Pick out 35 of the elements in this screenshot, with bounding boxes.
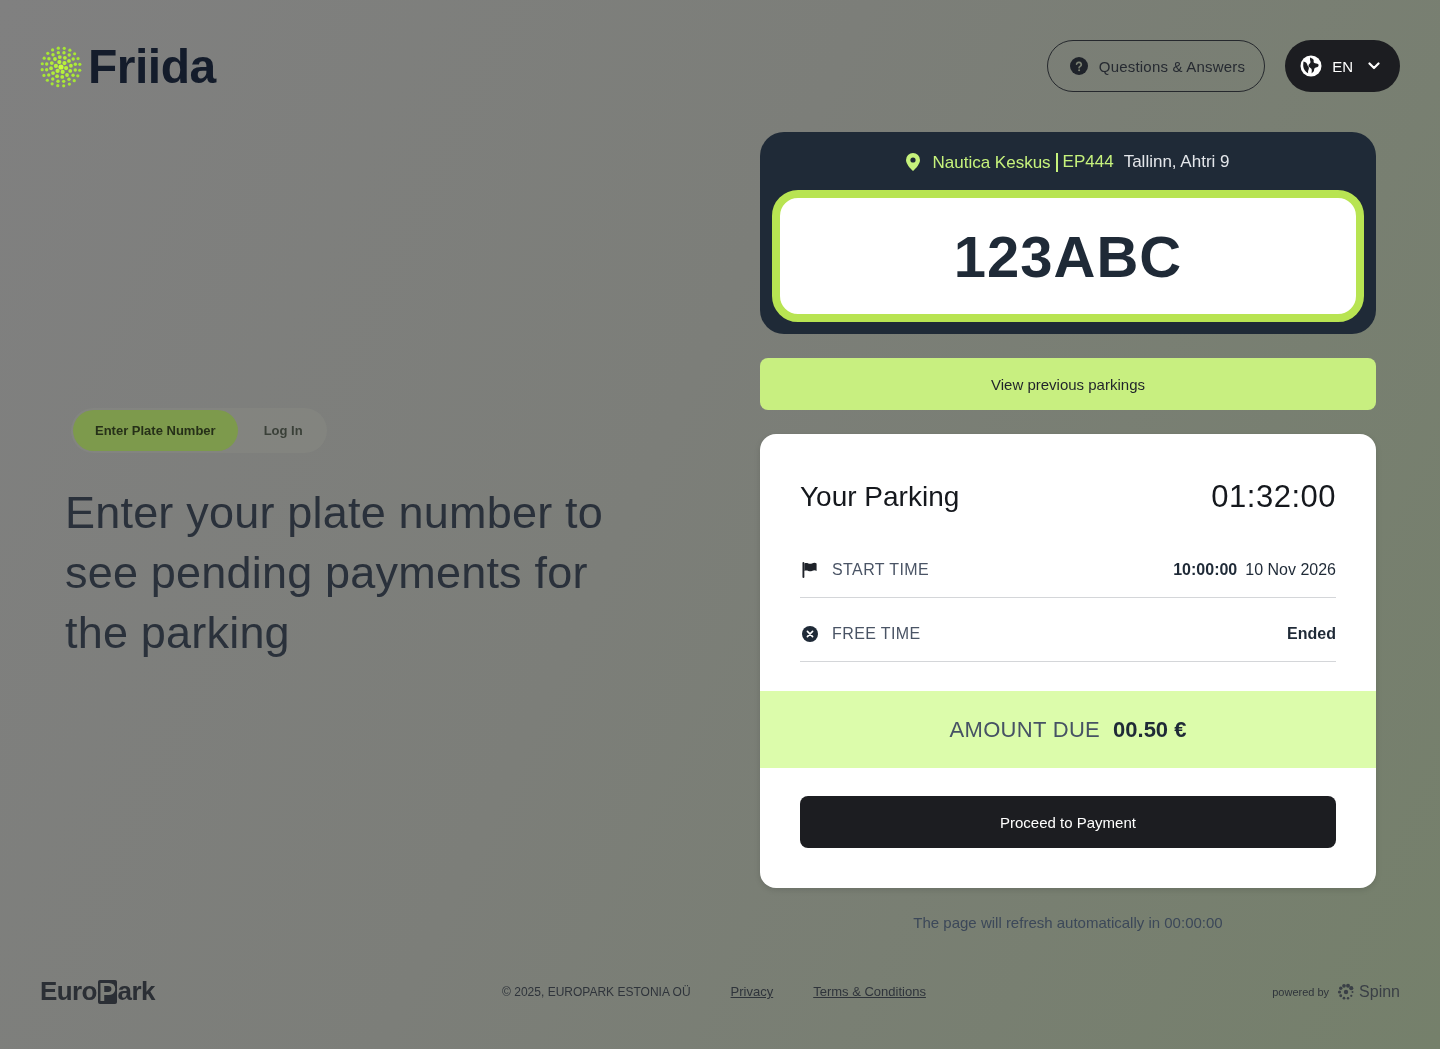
globe-icon: [1300, 55, 1323, 77]
plate-number: 123ABC: [953, 222, 1183, 290]
footer-link[interactable]: Terms & Conditions: [813, 984, 926, 999]
language-button[interactable]: EN: [1285, 40, 1400, 92]
tab[interactable]: Enter Plate Number: [73, 410, 238, 451]
location-pin-icon: [906, 153, 921, 171]
info-value: 10:00:00: [1173, 561, 1238, 579]
footer-logo: EuroPark: [40, 976, 155, 1007]
provider-logo-icon: [1337, 982, 1356, 1001]
proceed-to-payment-button[interactable]: Proceed to Payment: [800, 796, 1336, 848]
location-name: Nautica Keskus: [932, 152, 1058, 172]
location-address: Tallinn, Ahtri 9: [1123, 152, 1230, 172]
amount-label: AMOUNT DUE: [949, 716, 1101, 743]
copyright-text: © 2025, EUROPARK ESTONIA OÜ: [502, 984, 691, 999]
headline: Enter your plate number to see pending payments for the parking: [65, 486, 604, 660]
parking-duration: 01:32:00: [1211, 479, 1336, 515]
footer-link[interactable]: Privacy: [730, 984, 774, 999]
amount-value: 00.50 €: [1113, 716, 1187, 743]
logo-wordmark: Friida: [88, 40, 216, 93]
previous-parkings-button[interactable]: View previous parkings: [760, 358, 1376, 410]
sunburst-logo-icon: [40, 45, 82, 88]
parking-title: Your Parking: [800, 481, 960, 513]
provider-name: Spinn: [1359, 982, 1400, 1001]
chevron-down-icon: [1368, 62, 1380, 70]
close-circle-icon: [802, 626, 818, 642]
question-icon: [1069, 57, 1088, 75]
flag-icon: [802, 562, 818, 578]
powered-by-text: powered by: [1272, 985, 1330, 998]
location-code: EP444: [1061, 152, 1114, 172]
info-value: Ended: [1287, 625, 1336, 643]
info-value: 10 Nov 2026: [1245, 561, 1336, 579]
refresh-note: The page will refresh automatically in 00:00:00: [912, 914, 1224, 931]
info-label-text: START TIME: [832, 561, 930, 579]
info-label-text: FREE TIME: [832, 625, 921, 643]
tab[interactable]: Log In: [241, 410, 325, 451]
